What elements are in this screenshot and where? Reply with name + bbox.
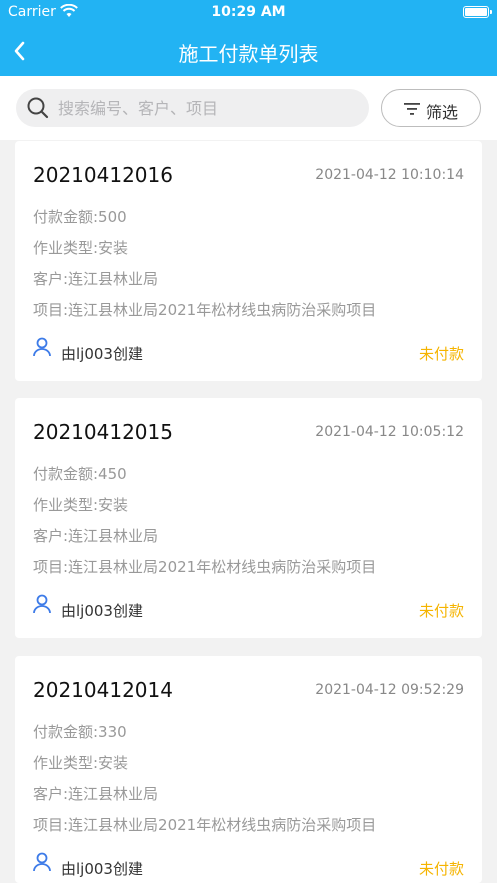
top-bar: Carrier 10:29 AM 施工付款单列表 [0, 0, 497, 76]
user-icon [33, 852, 51, 872]
user-icon [33, 594, 51, 614]
order-number: 20210412015 [33, 420, 173, 444]
order-number: 20210412014 [33, 678, 173, 702]
filter-label: 筛选 [426, 103, 459, 122]
order-work-type: 作业类型:安装 [33, 496, 129, 514]
order-card[interactable]: 20210412016 2021-04-12 10:10:14 付款金额:500… [15, 141, 482, 381]
order-customer: 客户:连江县林业局 [33, 270, 159, 288]
filter-icon [404, 103, 420, 115]
search-bar: 筛选 [0, 76, 497, 140]
order-customer: 客户:连江县林业局 [33, 785, 159, 803]
page-title: 施工付款单列表 [178, 42, 319, 66]
order-number: 20210412016 [33, 163, 173, 187]
order-project: 项目:连江县林业局2021年松材线虫病防治采购项目 [33, 558, 377, 576]
order-status: 未付款 [418, 602, 464, 620]
user-icon [33, 337, 51, 357]
search-box[interactable] [16, 89, 369, 127]
search-input[interactable] [58, 89, 358, 127]
nav-bar: 施工付款单列表 [0, 26, 497, 76]
status-time: 10:29 AM [211, 4, 286, 20]
order-datetime: 2021-04-12 10:05:12 [315, 424, 464, 440]
order-work-type: 作业类型:安装 [33, 239, 129, 257]
order-amount: 付款金额:450 [33, 465, 127, 483]
order-status: 未付款 [418, 345, 464, 363]
battery-icon [463, 6, 492, 18]
order-creator: 由lj003创建 [61, 860, 143, 878]
order-creator: 由lj003创建 [61, 602, 143, 620]
order-card[interactable]: 20210412015 2021-04-12 10:05:12 付款金额:450… [15, 398, 482, 638]
order-card[interactable]: 20210412014 2021-04-12 09:52:29 付款金额:330… [15, 656, 482, 883]
filter-button[interactable]: 筛选 [381, 89, 481, 127]
order-customer: 客户:连江县林业局 [33, 527, 159, 545]
order-project: 项目:连江县林业局2021年松材线虫病防治采购项目 [33, 301, 377, 319]
order-status: 未付款 [418, 860, 464, 878]
order-datetime: 2021-04-12 10:10:14 [315, 167, 464, 183]
order-project: 项目:连江县林业局2021年松材线虫病防治采购项目 [33, 816, 377, 834]
order-amount: 付款金额:500 [33, 208, 127, 226]
status-bar: Carrier 10:29 AM [0, 0, 497, 26]
search-icon [27, 97, 49, 119]
order-datetime: 2021-04-12 09:52:29 [315, 682, 464, 698]
order-work-type: 作业类型:安装 [33, 754, 129, 772]
order-creator: 由lj003创建 [61, 345, 143, 363]
order-amount: 付款金额:330 [33, 723, 127, 741]
